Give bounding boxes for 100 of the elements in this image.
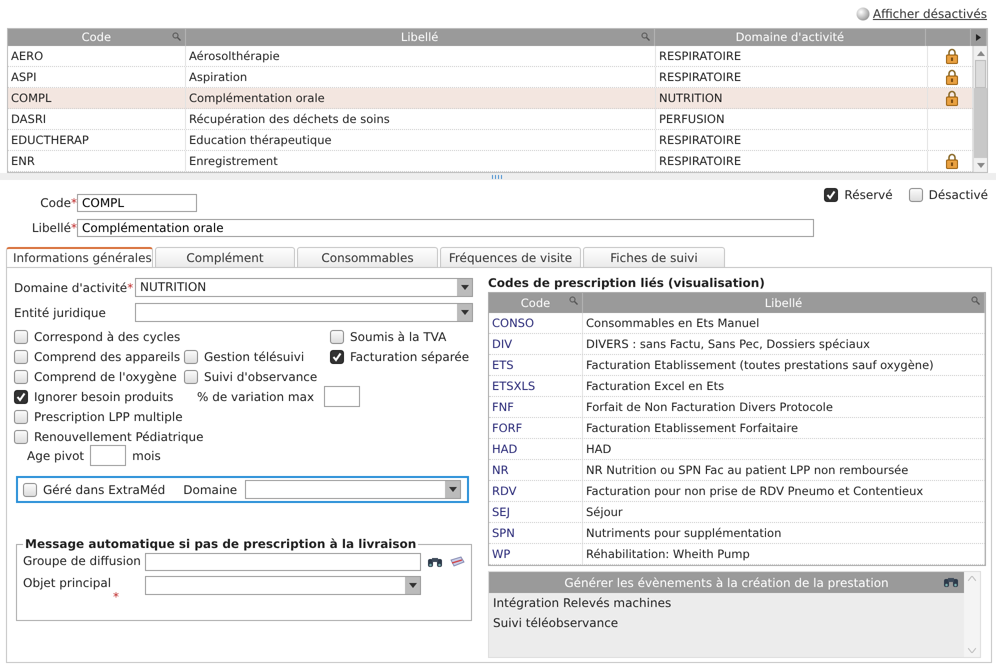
table-row[interactable]: EDUCTHERAP Education thérapeutique RESPIRATOIRE [8, 130, 973, 151]
table-cell: NR [489, 460, 583, 480]
table-cell: NUTRITION [656, 88, 928, 108]
scroll-down-icon[interactable] [976, 162, 984, 168]
checkbox[interactable] [14, 410, 28, 424]
dropdown[interactable] [145, 576, 421, 595]
dropdown-arrow-icon [408, 583, 416, 588]
table-cell: SEJ [489, 502, 583, 522]
dropdown[interactable] [245, 480, 462, 499]
table-cell: FNF [489, 397, 583, 417]
table-cell: HAD [489, 439, 583, 459]
search-icon[interactable] [971, 296, 980, 305]
required-mark: * [71, 221, 77, 235]
eraser-icon[interactable] [449, 556, 465, 568]
checkbox-label: Comprend des appareils [34, 350, 180, 364]
age-pivot-field[interactable] [90, 445, 126, 466]
list-item[interactable]: Intégration Relevés machines [489, 593, 964, 613]
sphere-icon [856, 7, 870, 21]
search-icon[interactable] [640, 32, 650, 41]
dropdown-arrow-icon [460, 310, 468, 315]
table-cell: ETS [489, 355, 583, 375]
tab[interactable]: Complément [155, 247, 295, 267]
table-cell: Facturation Etablissement (toutes prestations sauf oxygène) [583, 355, 985, 375]
checkbox[interactable] [14, 350, 28, 364]
table-cell: Forfait de Non Facturation Divers Protocole [583, 397, 985, 417]
table-cell: RESPIRATOIRE [656, 46, 928, 66]
scrollbar[interactable] [973, 46, 987, 172]
field-label: Domaine d'activité [14, 280, 128, 294]
table-cell: DASRI [8, 109, 186, 129]
table-cell: Facturation Excel en Ets [583, 376, 985, 396]
table-cell: Aérosolthérapie [186, 46, 656, 66]
checkbox[interactable] [330, 350, 344, 364]
checkbox-label: Ignorer besoin produits [34, 390, 174, 404]
scroll-thumb[interactable] [975, 60, 986, 88]
field-label: Objet principal [23, 576, 112, 590]
table-cell: Consommables en Ets Manuel [583, 313, 985, 333]
binoculars-icon[interactable] [427, 556, 443, 568]
list-item[interactable]: Suivi téléobservance [489, 613, 964, 633]
field-label: Libellé [32, 221, 71, 235]
checkbox[interactable] [14, 330, 28, 344]
scroll-up-icon[interactable] [976, 50, 984, 56]
table-cell: RESPIRATOIRE [656, 151, 928, 171]
table-row[interactable]: COMPL Complémentation orale NUTRITION [8, 88, 973, 109]
checkbox[interactable] [14, 390, 28, 404]
code-field[interactable]: COMPL [77, 194, 197, 212]
table-cell: COMPL [8, 88, 186, 108]
checkbox-label: Désactivé [928, 188, 988, 202]
checkbox[interactable] [184, 370, 198, 384]
checkbox[interactable] [23, 482, 37, 496]
table-row[interactable]: ENR Enregistrement RESPIRATOIRE [8, 151, 973, 172]
checkbox[interactable] [184, 350, 198, 364]
checkbox[interactable] [908, 188, 923, 202]
table-cell: Facturation pour non prise de RDV Pneumo et Contentieux [583, 481, 985, 501]
table-cell: PERFUSION [656, 109, 928, 129]
checkbox-label: Comprend de l'oxygène [34, 370, 177, 384]
checkbox[interactable] [824, 188, 838, 202]
tab[interactable]: Informations générales [6, 247, 153, 267]
table-cell: Enregistrement [186, 151, 656, 171]
table-cell: RESPIRATOIRE [656, 67, 928, 87]
table-cell: Séjour [583, 502, 985, 522]
broadcast-group-field[interactable] [145, 553, 421, 571]
dropdown[interactable] [135, 303, 473, 322]
field-label: Code [40, 196, 71, 210]
table-cell: Récupération des déchets de soins [186, 109, 656, 129]
scrollbar[interactable] [964, 572, 980, 657]
table-row[interactable]: DASRI Récupération des déchets de soins PERFUSION [8, 109, 973, 130]
tab[interactable]: Fréquences de visite [440, 247, 581, 267]
table-cell: RDV [489, 481, 583, 501]
scroll-up-icon[interactable] [968, 576, 976, 581]
checkbox-label: Réservé [844, 188, 893, 202]
scroll-down-icon[interactable] [968, 648, 976, 653]
field-label: % de variation max [197, 390, 314, 404]
list-header: Générer les évènements à la création de la prestation [564, 576, 889, 590]
field-label: Age pivot [27, 448, 84, 462]
search-icon[interactable] [569, 296, 578, 305]
tab[interactable]: Fiches de suivi [583, 247, 725, 267]
checkbox[interactable] [330, 330, 344, 344]
checkbox-label: Facturation séparée [350, 350, 470, 364]
label-field[interactable]: Complémentation orale [77, 219, 814, 237]
table-cell: Aspiration [186, 67, 656, 87]
table-cell: HAD [583, 439, 985, 459]
checkbox-label: Prescription LPP multiple [34, 410, 183, 424]
required-mark: * [113, 590, 119, 604]
table-cell: ETSXLS [489, 376, 583, 396]
table-row[interactable]: AERO Aérosolthérapie RESPIRATOIRE [8, 46, 973, 67]
percentage-field[interactable] [324, 386, 360, 407]
tab[interactable]: Consommables [297, 247, 438, 267]
checkbox-label: Géré dans ExtraMéd [43, 482, 166, 496]
dropdown-arrow-icon [448, 487, 457, 492]
arrow-right-icon[interactable] [976, 34, 981, 41]
table-cell: DIVERS : sans Factu, Sans Pec, Dossiers spéciaux [583, 334, 985, 354]
search-icon[interactable] [172, 32, 181, 41]
required-mark: * [127, 280, 134, 294]
section-title: Codes de prescription liés (visualisation) [488, 276, 766, 290]
table-cell: Complémentation orale [186, 88, 656, 108]
field-label: Domaine [183, 482, 238, 496]
dropdown[interactable]: NUTRITION [135, 278, 473, 297]
checkbox[interactable] [14, 370, 28, 384]
checkbox[interactable] [14, 430, 28, 444]
splitter-handle[interactable] [492, 174, 504, 178]
